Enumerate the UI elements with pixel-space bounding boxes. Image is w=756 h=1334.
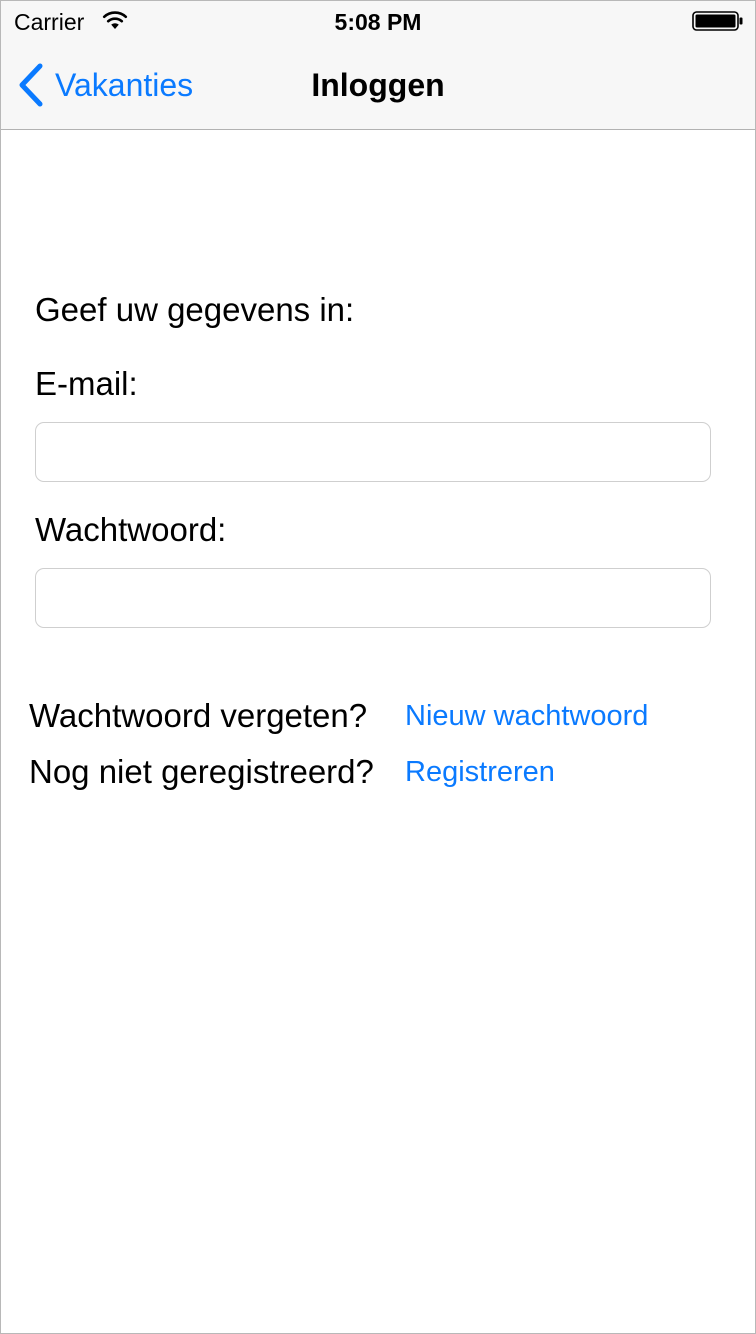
email-field[interactable] xyxy=(35,422,711,482)
status-time: 5:08 PM xyxy=(334,9,422,35)
email-label: E-mail: xyxy=(35,365,138,402)
register-link[interactable]: Registreren xyxy=(405,750,555,794)
app-screen: Carrier 5:08 PM Inloggen Vakanties Geef … xyxy=(0,0,756,1334)
not-registered-text: Nog niet geregistreerd? xyxy=(29,753,374,790)
back-button[interactable]: Vakanties xyxy=(17,63,193,107)
back-button-label: Vakanties xyxy=(55,67,194,103)
status-bar: Carrier 5:08 PM xyxy=(1,1,755,41)
new-password-link[interactable]: Nieuw wachtwoord xyxy=(405,694,648,738)
top-bar: Carrier 5:08 PM Inloggen Vakanties xyxy=(1,1,755,130)
form-intro-text: Geef uw gegevens in: xyxy=(35,291,355,328)
chevron-left-icon xyxy=(19,63,43,107)
forgot-password-text: Wachtwoord vergeten? xyxy=(29,697,368,734)
password-field[interactable] xyxy=(35,568,711,628)
password-label: Wachtwoord: xyxy=(35,511,227,548)
navigation-bar: Inloggen Vakanties xyxy=(1,41,755,129)
battery-icon xyxy=(692,11,743,31)
